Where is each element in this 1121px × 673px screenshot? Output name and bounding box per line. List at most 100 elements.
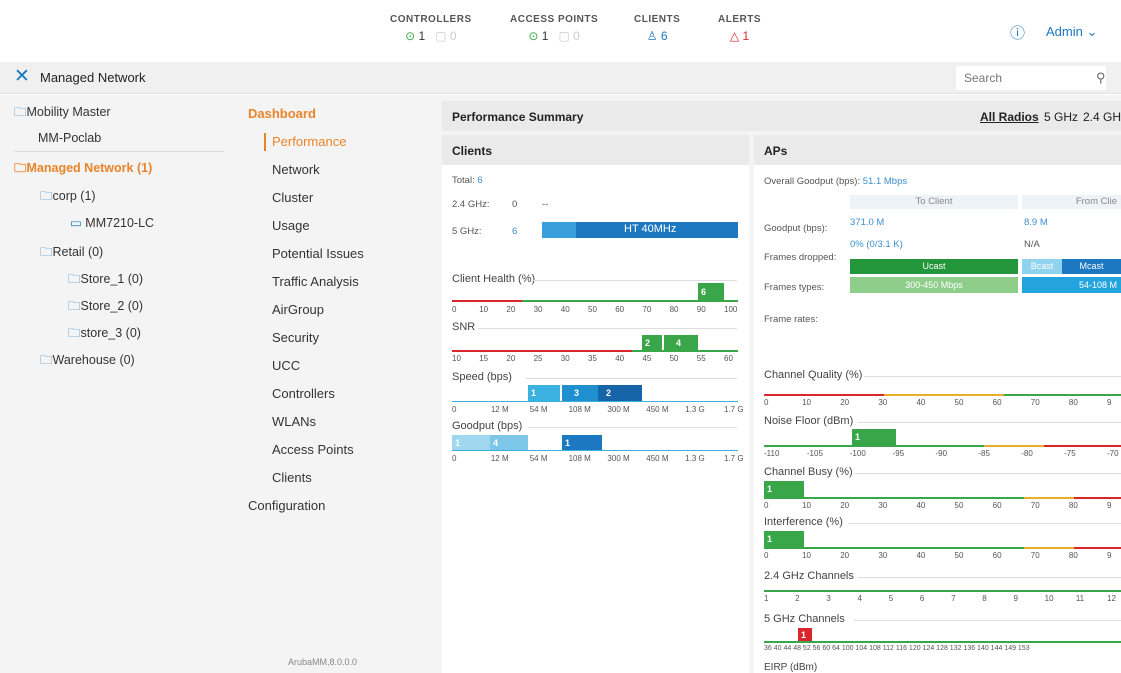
clients-stat[interactable]: CLIENTS ♙ 6 [634,14,680,43]
ch5-bar[interactable]: 1 [798,628,812,642]
tick-label: 60 [992,551,1002,560]
divider [858,422,1121,423]
cb-yellow-line [1024,497,1074,499]
folder-icon: 🗀 [68,272,81,286]
top-status-bar: CONTROLLERS ⊙ 1 ▢ 0 ACCESS POINTS ⊙ 1 ▢ … [0,0,1121,60]
tree-label: Warehouse (0) [52,353,135,367]
menu-dashboard[interactable]: Dashboard [248,106,316,121]
close-icon[interactable]: ✕ [14,67,30,87]
tick-label: 0 [764,551,769,560]
tab-5ghz[interactable]: 5 GHz [1044,110,1078,124]
tick-label: 60 [992,398,1002,407]
help-icon[interactable]: ⓘ [1010,22,1025,43]
controllers-stat[interactable]: CONTROLLERS ⊙ 1 ▢ 0 [390,14,472,43]
rate-to-bar[interactable]: 300-450 Mbps [850,277,1018,293]
menu-clients[interactable]: Clients [272,470,312,485]
tick-label: 1 [764,594,769,603]
mcast-bar[interactable]: Mcast [1062,259,1121,274]
dropped-to-value[interactable]: 0% (0/3.1 K) [850,239,903,250]
chevron-down-icon: ⌄ [1086,24,1098,39]
tree-item-store-1[interactable]: 🗀Store_1 (0) [68,270,143,291]
g5-value[interactable]: 6 [512,226,517,237]
access-points-stat[interactable]: ACCESS POINTS ⊙ 1 ▢ 0 [510,14,598,43]
tick-label: -105 [806,449,823,458]
tree-item-mm-poclab[interactable]: MM-Poclab [38,131,101,145]
divider [848,523,1121,524]
tick-label: 300 M [607,454,630,463]
tick-label: 450 M [646,454,669,463]
tick-label: 3 [826,594,831,603]
user-menu[interactable]: Admin ⌄ [1046,24,1097,40]
tick-label: 50 [954,501,964,510]
goodput-from-value[interactable]: 8.9 M [1024,217,1048,228]
rate-from-bar[interactable]: 54-108 M [1022,277,1121,293]
menu-traffic-analysis[interactable]: Traffic Analysis [272,274,359,289]
speed-bar-2[interactable]: 3 [562,385,598,402]
tick-label: 9 [1107,398,1112,407]
menu-network[interactable]: Network [272,162,320,177]
menu-access-points[interactable]: Access Points [272,442,354,457]
folder-icon: 🗀 [40,353,53,367]
tick-label: -90 [935,449,948,458]
alerts-stat[interactable]: ALERTS △ 1 [718,14,761,43]
tree-item-mm7210[interactable]: ▭ MM7210-LC [70,215,154,230]
menu-airgroup[interactable]: AirGroup [272,302,324,317]
search-icon[interactable]: ⚲ [1096,70,1106,86]
tick-label: 12 [1107,594,1116,603]
tree-label: store_3 (0) [80,326,141,340]
tree-item-warehouse[interactable]: 🗀Warehouse (0) [40,351,135,372]
tree-item-store-2[interactable]: 🗀Store_2 (0) [68,297,143,318]
menu-performance[interactable]: Performance [272,134,346,149]
tree-item-mobility-master[interactable]: 🗀Mobility Master [14,103,111,124]
tree-item-retail[interactable]: 🗀Retail (0) [40,243,103,264]
goodput-bar-3[interactable]: 1 [562,435,602,451]
snr-bar-1[interactable]: 2 [642,335,662,351]
interference-bar[interactable]: 1 [764,531,804,547]
snr-bar-2[interactable]: 4 [664,335,698,351]
noise-floor-bar[interactable]: 1 [852,429,896,445]
int-yellow-line [1024,547,1074,549]
bcast-bar[interactable]: Bcast [1022,259,1062,274]
menu-security[interactable]: Security [272,330,319,345]
goodput-bar-2[interactable]: 4 [490,435,528,451]
speed-bar-3[interactable]: 2 [598,385,642,402]
tree-label: Store_1 (0) [80,272,144,286]
goodput-to-value[interactable]: 371.0 M [850,217,884,228]
tree-item-corp[interactable]: 🗀corp (1) [40,187,96,208]
menu-potential-issues[interactable]: Potential Issues [272,246,364,261]
goodput-bar-1[interactable]: 1 [452,435,490,451]
tab-2-4ghz[interactable]: 2.4 GHz [1083,110,1121,124]
folder-icon: 🗀 [68,326,81,340]
search-input[interactable] [956,66,1106,90]
menu-usage[interactable]: Usage [272,218,310,233]
tick-label: 0 [764,501,769,510]
tick-label: 35 [588,354,597,363]
tick-label: 8 [982,594,987,603]
menu-configuration[interactable]: Configuration [248,498,325,513]
menu-controllers[interactable]: Controllers [272,386,335,401]
tick-label: -100 [849,449,866,458]
channel-busy-label: Channel Busy (%) [764,466,853,478]
ucast-bar[interactable]: Ucast [850,259,1018,274]
access-points-label: ACCESS POINTS [510,14,599,25]
menu-cluster[interactable]: Cluster [272,190,313,205]
total-value[interactable]: 6 [477,175,482,186]
tree-item-managed-network[interactable]: 🗀Managed Network (1) [14,159,152,180]
speed-bar-1[interactable]: 1 [528,385,560,402]
tick-label: 4 [857,594,862,603]
channel-busy-bar[interactable]: 1 [764,481,804,497]
menu-ucc[interactable]: UCC [272,358,300,373]
menu-wlans[interactable]: WLANs [272,414,316,429]
ht40-bar[interactable]: HT 40MHz [542,222,738,238]
tick-label: 30 [878,551,888,560]
overall-goodput-value[interactable]: 51.1 Mbps [863,176,907,187]
interference-label: Interference (%) [764,516,843,528]
folder-icon: 🗀 [40,245,53,259]
speed-label: Speed (bps) [452,371,512,383]
tree-item-store-3[interactable]: 🗀store_3 (0) [68,324,141,345]
tick-label: 9 [1107,551,1112,560]
tick-label: 80 [1068,501,1078,510]
client-health-bar[interactable]: 6 [698,283,724,300]
tick-label: 5 [888,594,894,603]
tab-all-radios[interactable]: All Radios [980,110,1039,124]
